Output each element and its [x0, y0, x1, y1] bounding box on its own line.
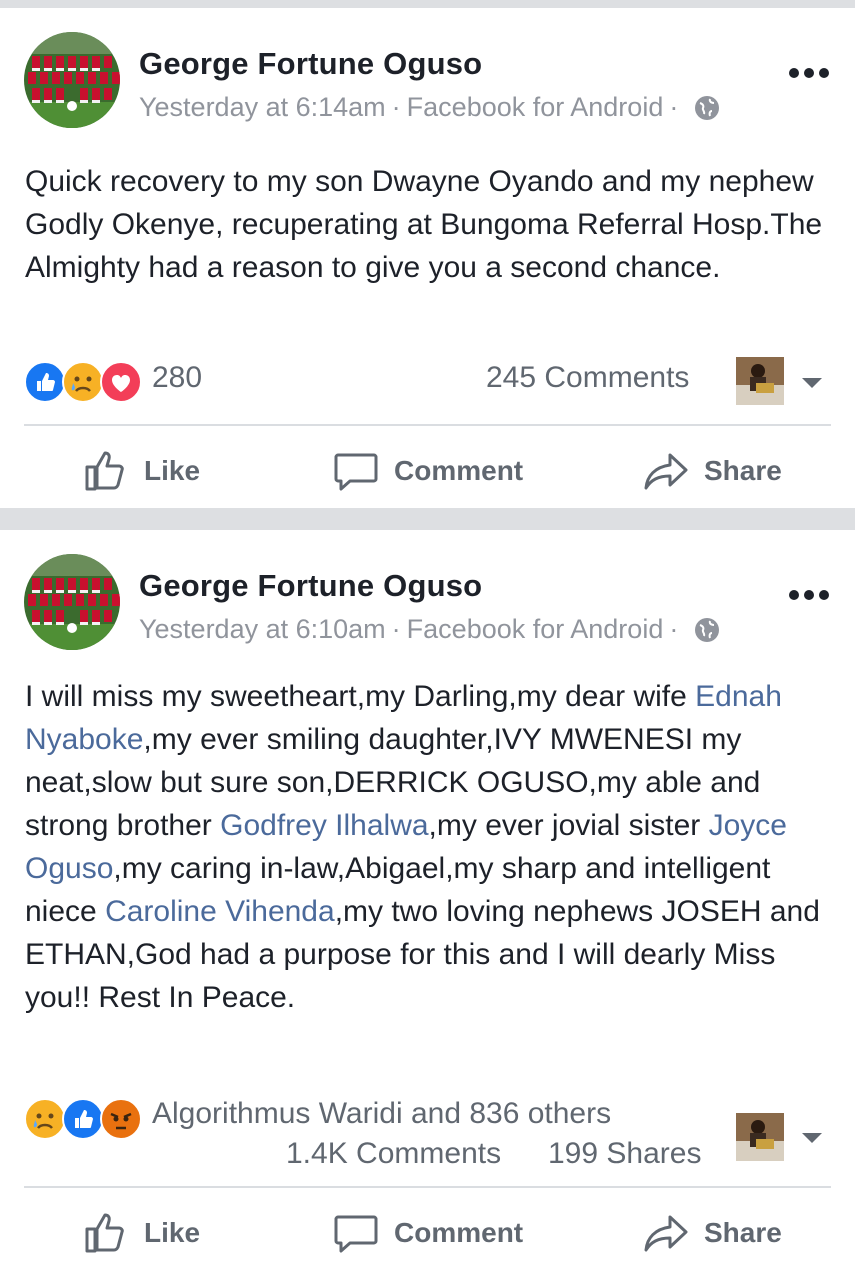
share-button[interactable]: Share [644, 1188, 782, 1278]
like-button[interactable]: Like [84, 426, 200, 516]
shares-count[interactable]: 199 Shares [548, 1137, 701, 1171]
feed-post: George Fortune Oguso Yesterday at 6:10am… [0, 530, 855, 1280]
like-label: Like [144, 455, 201, 486]
feed-post: George Fortune Oguso Yesterday at 6:14am… [0, 8, 855, 508]
comment-label: Comment [394, 455, 524, 486]
author-name[interactable]: George Fortune Oguso [139, 568, 482, 604]
like-icon [24, 361, 66, 403]
post-meta: Yesterday at 6:14am · Facebook for Andro… [139, 92, 720, 123]
comment-button[interactable]: Comment [334, 426, 523, 516]
comments-count[interactable]: 245 Comments [486, 361, 689, 395]
commenter-thumbnail[interactable] [736, 1113, 784, 1161]
sad-icon [62, 361, 104, 403]
reaction-summary-text[interactable]: Algorithmus Waridi and 836 others [152, 1097, 611, 1131]
comments-count[interactable]: 1.4K Comments [286, 1137, 501, 1171]
post-actions: Like Comment Share [0, 1188, 855, 1278]
share-arrow-icon [644, 1215, 688, 1252]
post-meta: Yesterday at 6:10am · Facebook for Andro… [139, 614, 720, 645]
post-source: Facebook for Android [406, 614, 664, 644]
like-icon [62, 1098, 104, 1140]
reaction-count[interactable]: 280 [152, 361, 202, 395]
post-actions: Like Comment Share [0, 426, 855, 516]
post-text-segment: ,my ever jovial sister [428, 809, 709, 842]
share-label: Share [704, 1217, 782, 1248]
meta-separator: · [669, 614, 679, 644]
angry-icon [100, 1098, 142, 1140]
globe-icon [694, 95, 720, 121]
post-text: Quick recovery to my son Dwayne Oyando a… [25, 165, 823, 284]
post-source: Facebook for Android [406, 92, 664, 122]
meta-separator: · [391, 614, 401, 644]
author-avatar[interactable] [24, 554, 120, 650]
thumbs-up-icon [85, 451, 124, 491]
post-header: George Fortune Oguso Yesterday at 6:14am… [0, 8, 855, 128]
chevron-down-icon[interactable] [802, 378, 822, 388]
post-timestamp[interactable]: Yesterday at 6:14am [139, 92, 386, 123]
tagged-person-link[interactable]: Caroline Vihenda [105, 895, 335, 928]
post-header: George Fortune Oguso Yesterday at 6:10am… [0, 530, 855, 650]
comment-bubble-icon [334, 453, 378, 491]
commenter-thumbnail[interactable] [736, 357, 784, 405]
share-arrow-icon [644, 453, 688, 490]
feed-top-gap [0, 0, 855, 8]
sad-icon [24, 1098, 66, 1140]
tagged-person-link[interactable]: Godfrey Ilhalwa [220, 809, 428, 842]
post-timestamp[interactable]: Yesterday at 6:10am [139, 614, 386, 645]
post-text: I will miss my sweetheart,my Darling,my … [25, 675, 835, 1019]
more-options-icon[interactable] [789, 66, 829, 80]
share-label: Share [704, 455, 782, 486]
comment-bubble-icon [334, 1215, 378, 1253]
globe-icon [694, 617, 720, 643]
like-label: Like [144, 1217, 201, 1248]
thumbs-up-icon [85, 1213, 124, 1253]
author-avatar[interactable] [24, 32, 120, 128]
share-button[interactable]: Share [644, 426, 782, 516]
love-icon [100, 361, 142, 403]
author-name[interactable]: George Fortune Oguso [139, 46, 482, 82]
like-button[interactable]: Like [84, 1188, 200, 1278]
comment-label: Comment [394, 1217, 524, 1248]
comment-button[interactable]: Comment [334, 1188, 523, 1278]
chevron-down-icon[interactable] [802, 1133, 822, 1143]
meta-separator: · [669, 92, 679, 122]
meta-separator: · [391, 92, 401, 122]
post-text-segment: I will miss my sweetheart,my Darling,my … [25, 680, 696, 713]
more-options-icon[interactable] [789, 588, 829, 602]
